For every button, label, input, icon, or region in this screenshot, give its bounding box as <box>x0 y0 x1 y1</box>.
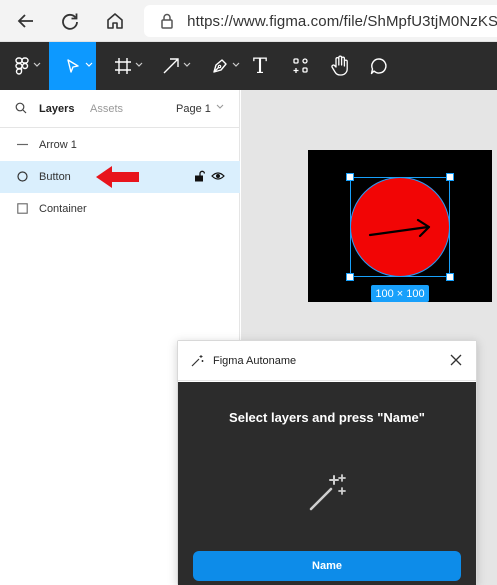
plugin-body: Select layers and press "Name" Name <box>178 382 476 585</box>
chevron-down-icon <box>135 62 143 67</box>
refresh-button[interactable] <box>55 6 85 36</box>
plugin-window: Figma Autoname Select layers and press "… <box>177 340 477 585</box>
lock-icon <box>152 5 181 37</box>
page-selector-label: Page 1 <box>176 103 211 115</box>
layer-name: Arrow 1 <box>39 139 77 151</box>
chevron-down-icon <box>232 62 240 67</box>
chevron-down-icon <box>33 62 41 67</box>
layer-name: Button <box>39 171 71 183</box>
tab-layers[interactable]: Layers <box>39 103 74 115</box>
back-arrow-icon <box>17 14 33 28</box>
eye-icon[interactable] <box>211 171 225 181</box>
resources-tool[interactable] <box>286 42 316 90</box>
line-icon <box>17 143 28 146</box>
home-button[interactable] <box>100 6 130 36</box>
home-icon <box>107 13 123 29</box>
unlock-icon[interactable] <box>194 170 205 182</box>
layer-name: Container <box>39 203 87 215</box>
magic-wand-icon <box>309 474 346 511</box>
frame-grid-icon <box>115 58 131 74</box>
tab-assets[interactable]: Assets <box>90 103 123 115</box>
refresh-icon <box>62 13 78 30</box>
layer-row-arrow[interactable]: Arrow 1 <box>0 129 240 161</box>
chevron-down-icon <box>216 104 224 109</box>
frame-tool[interactable] <box>100 42 146 90</box>
resize-handle-top-right[interactable] <box>446 173 454 181</box>
text-tool[interactable]: T <box>245 42 275 90</box>
magic-wand-icon <box>191 355 204 367</box>
text-tool-label: T <box>252 54 267 78</box>
pen-icon <box>213 59 227 73</box>
size-badge: 100 × 100 <box>371 285 429 302</box>
url-text: https://www.figma.com/file/ShMpfU3tjM0Nz… <box>187 12 497 30</box>
plugin-header[interactable]: Figma Autoname <box>178 341 476 381</box>
plugin-title: Figma Autoname <box>213 355 297 367</box>
figma-toolbar: T <box>0 42 497 90</box>
browser-bar: https://www.figma.com/file/ShMpfU3tjM0Nz… <box>0 0 497 42</box>
search-icon[interactable] <box>15 102 27 114</box>
chevron-down-icon <box>85 62 93 67</box>
comment-tool[interactable] <box>364 42 394 90</box>
address-bar[interactable]: https://www.figma.com/file/ShMpfU3tjM0Nz… <box>144 5 497 37</box>
panel-tabs: Layers Assets Page 1 <box>0 90 239 128</box>
resize-handle-bottom-left[interactable] <box>346 273 354 281</box>
shape-tool[interactable] <box>148 42 194 90</box>
red-annotation-arrow-icon <box>96 166 139 188</box>
components-icon <box>293 58 308 73</box>
page-selector[interactable]: Page 1 <box>176 103 224 115</box>
chevron-down-icon <box>183 62 191 67</box>
pen-tool[interactable] <box>197 42 243 90</box>
move-tool[interactable] <box>49 42 96 90</box>
resize-handle-bottom-right[interactable] <box>446 273 454 281</box>
arrow-shape[interactable] <box>368 218 432 240</box>
hand-tool[interactable] <box>325 42 355 90</box>
figma-logo-icon <box>15 57 29 75</box>
plugin-instructions: Select layers and press "Name" <box>229 410 425 425</box>
pointer-icon <box>66 59 79 73</box>
layer-row-container[interactable]: Container <box>0 193 240 225</box>
back-button[interactable] <box>11 6 41 36</box>
arrow-icon <box>163 58 179 74</box>
main-menu-button[interactable] <box>0 42 44 90</box>
close-icon[interactable] <box>449 353 463 367</box>
hand-icon <box>331 55 348 76</box>
name-button[interactable]: Name <box>193 551 461 581</box>
resize-handle-top-left[interactable] <box>346 173 354 181</box>
ellipse-icon <box>17 171 28 182</box>
comment-icon <box>370 58 387 75</box>
frame-icon <box>17 203 28 214</box>
